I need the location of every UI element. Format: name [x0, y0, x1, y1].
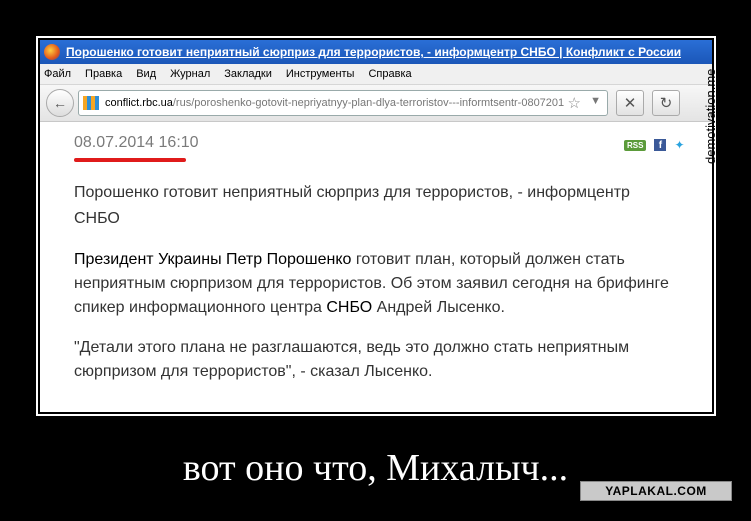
watermark-text: demotivation.me [703, 68, 718, 164]
url-path: /rus/poroshenko-gotovit-nepriyatnyy-plan… [172, 97, 565, 109]
article-paragraph-2: "Детали этого плана не разглашаются, вед… [74, 339, 630, 380]
menu-tools[interactable]: Инструменты [286, 68, 355, 80]
site-favicon-icon [83, 96, 99, 110]
article-paragraph-1: Президент Украины Петр Порошенко готовит… [74, 248, 674, 320]
reload-icon: ↻ [659, 95, 673, 112]
menu-help[interactable]: Справка [368, 68, 411, 80]
twitter-icon[interactable]: ✦ [674, 138, 684, 152]
paragraph-1-end: Андрей Лысенко. [372, 299, 505, 316]
back-arrow-icon: ← [53, 95, 67, 111]
browser-screenshot: Порошенко готовит неприятный сюрприз для… [40, 40, 712, 412]
site-logo: YAPLAKAL.COM [580, 481, 732, 501]
url-bar[interactable]: conflict.rbc.ua/rus/poroshenko-gotovit-n… [78, 90, 608, 116]
menu-edit[interactable]: Правка [85, 68, 122, 80]
firefox-icon [44, 44, 60, 60]
menu-file[interactable]: Файл [44, 68, 71, 80]
link-president[interactable]: Президент Украины Петр Порошенко [74, 251, 351, 268]
menubar: Файл Правка Вид Журнал Закладки Инструме… [40, 64, 712, 85]
article-headline: Порошенко готовит неприятный сюрприз для… [74, 184, 630, 227]
navigation-bar: ← conflict.rbc.ua/rus/poroshenko-gotovit… [40, 85, 712, 122]
url-dropdown-icon[interactable]: ▼ [590, 95, 601, 107]
menu-bookmarks[interactable]: Закладки [224, 68, 272, 80]
link-snbo[interactable]: СНБО [326, 299, 372, 316]
watermark: demotivation.me [703, 44, 718, 164]
date-red-underline [74, 158, 186, 162]
back-button[interactable]: ← [46, 89, 74, 117]
url-domain: conflict.rbc.ua [105, 97, 173, 109]
facebook-icon[interactable]: f [654, 139, 667, 151]
bookmark-star-icon[interactable]: ☆ [568, 94, 581, 112]
rss-icon[interactable]: RSS [624, 139, 647, 151]
social-buttons: RSS f ✦ [624, 138, 685, 152]
menu-view[interactable]: Вид [136, 68, 156, 80]
window-titlebar: Порошенко готовит неприятный сюрприз для… [40, 40, 712, 64]
reload-button[interactable]: ↻ [652, 90, 680, 116]
stop-button[interactable]: ✕ [616, 90, 644, 116]
article-date: 08.07.2014 16:10 [74, 134, 199, 151]
window-title: Порошенко готовит неприятный сюрприз для… [66, 45, 682, 59]
close-icon: ✕ [623, 95, 637, 112]
menu-history[interactable]: Журнал [170, 68, 210, 80]
